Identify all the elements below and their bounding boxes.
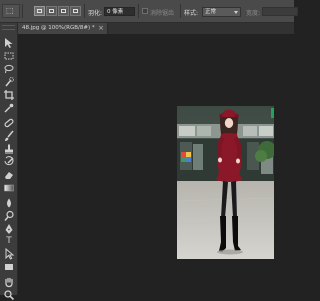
document-tab[interactable]: 48.jpg @ 100%(RGB/8#) * × bbox=[18, 23, 108, 34]
options-separator bbox=[180, 4, 181, 18]
close-icon[interactable]: × bbox=[98, 24, 104, 32]
options-separator bbox=[138, 4, 139, 18]
lasso-tool-icon[interactable] bbox=[3, 63, 15, 75]
clone-stamp-tool-icon[interactable] bbox=[3, 143, 15, 155]
tool-preset-picker[interactable]: ⬚ bbox=[2, 4, 20, 18]
gradient-tool-icon[interactable] bbox=[3, 182, 15, 194]
feather-input[interactable]: 0 像素 bbox=[104, 7, 135, 16]
options-bar: ⬚ 羽化: 0 像素 消除锯齿 样式: 正常 宽度: bbox=[0, 0, 298, 23]
brush-tool-icon[interactable] bbox=[3, 130, 15, 142]
eyedropper-tool-icon[interactable] bbox=[3, 102, 15, 114]
photo-woman-red-dress bbox=[177, 106, 274, 259]
add-to-selection-button[interactable] bbox=[46, 6, 57, 16]
document-image[interactable] bbox=[177, 106, 274, 259]
rectangle-tool-icon[interactable] bbox=[3, 261, 15, 273]
style-select-value: 正常 bbox=[205, 9, 217, 15]
document-tab-title: 48.jpg @ 100%(RGB/8#) * bbox=[22, 25, 95, 31]
quick-selection-tool-icon[interactable] bbox=[3, 76, 15, 88]
style-select[interactable]: 正常 bbox=[202, 7, 241, 17]
path-selection-tool-icon[interactable] bbox=[3, 248, 15, 260]
tools-panel: T bbox=[0, 23, 18, 301]
type-tool-icon[interactable]: T bbox=[3, 235, 15, 247]
document-tab-bar: 48.jpg @ 100%(RGB/8#) * × bbox=[18, 23, 294, 34]
width-label: 宽度: bbox=[246, 10, 261, 17]
options-separator bbox=[22, 4, 23, 18]
marquee-tool-icon[interactable] bbox=[3, 50, 15, 62]
panel-grip[interactable] bbox=[2, 25, 15, 30]
antialias-label: 消除锯齿 bbox=[150, 10, 175, 17]
hand-tool-icon[interactable] bbox=[3, 276, 15, 288]
options-separator bbox=[84, 4, 85, 18]
eraser-tool-icon[interactable] bbox=[3, 169, 15, 181]
crop-tool-icon[interactable] bbox=[3, 89, 15, 101]
marquee-preset-icon: ⬚ bbox=[6, 6, 14, 15]
intersect-selection-button[interactable] bbox=[70, 6, 81, 16]
move-tool-icon[interactable] bbox=[3, 37, 15, 49]
new-selection-button[interactable] bbox=[34, 6, 45, 16]
feather-label: 羽化: bbox=[88, 10, 103, 17]
width-input[interactable] bbox=[262, 7, 298, 16]
type-glyph: T bbox=[6, 236, 12, 246]
chevron-down-icon bbox=[234, 11, 238, 14]
antialias-checkbox[interactable] bbox=[142, 8, 148, 14]
style-label: 样式: bbox=[184, 10, 199, 17]
zoom-tool-icon[interactable] bbox=[3, 289, 15, 301]
dodge-tool-icon[interactable] bbox=[3, 210, 15, 222]
blur-tool-icon[interactable] bbox=[3, 197, 15, 209]
spot-healing-tool-icon[interactable] bbox=[3, 117, 15, 129]
history-brush-tool-icon[interactable] bbox=[3, 156, 15, 168]
pen-tool-icon[interactable] bbox=[3, 223, 15, 235]
subtract-from-selection-button[interactable] bbox=[58, 6, 69, 16]
canvas-workspace[interactable] bbox=[18, 34, 294, 295]
